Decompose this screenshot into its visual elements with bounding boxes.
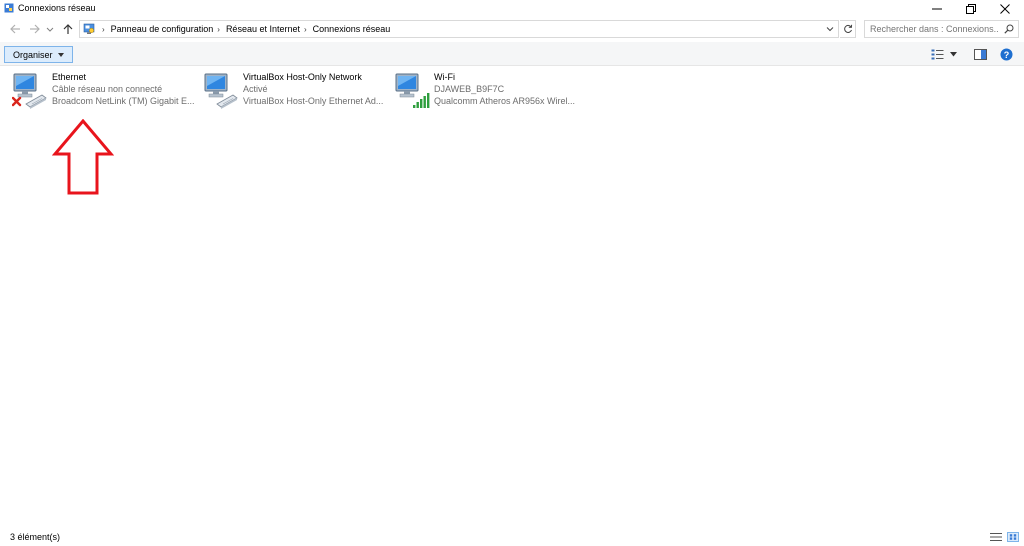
help-button[interactable]: ? [999,48,1013,61]
search-box[interactable] [864,20,1019,38]
arrow-left-icon [9,24,20,34]
preview-pane-button[interactable] [973,48,987,61]
connection-item-virtualbox[interactable]: VirtualBox Host-Only Network Activé Virt… [203,70,393,114]
arrow-up-icon [63,23,73,34]
command-bar: Organiser ? [0,42,1024,66]
large-icons-view-icon[interactable] [1007,532,1019,542]
caret-down-icon [57,52,64,57]
title-bar: Connexions réseau [0,0,1024,17]
help-icon: ? [1000,48,1012,61]
breadcrumb-separator-icon[interactable]: › [217,25,220,34]
close-icon [1000,3,1010,14]
minimize-button[interactable] [920,0,954,17]
connection-status: Câble réseau non connecté [52,84,163,94]
refresh-icon [843,24,852,33]
connection-item-wifi[interactable]: Wi-Fi DJAWEB_B9F7C Qualcomm Atheros AR95… [394,70,584,114]
address-bar[interactable]: › Panneau de configuration › Réseau et I… [79,20,839,38]
navigation-bar: › Panneau de configuration › Réseau et I… [0,18,1024,40]
restore-icon [966,3,976,14]
connections-list: Ethernet Câble réseau non connecté Broad… [0,67,1024,517]
connection-device: VirtualBox Host-Only Ethernet Ad... [243,96,384,106]
breadcrumb-control-panel[interactable]: Panneau de configuration [111,24,214,34]
connection-status: DJAWEB_B9F7C [434,84,505,94]
chevron-down-icon [46,27,54,32]
minimize-icon [932,8,942,9]
connection-text: Wi-Fi DJAWEB_B9F7C Qualcomm Atheros AR95… [434,71,584,107]
connection-device: Qualcomm Atheros AR956x Wirel... [434,96,576,106]
search-input[interactable] [870,23,998,35]
change-view-button[interactable] [930,48,944,61]
forward-button[interactable] [27,22,41,36]
annotation-arrow-icon [52,119,114,195]
view-details-icon [931,49,943,60]
preview-pane-icon [973,49,987,60]
breadcrumb-network-internet[interactable]: Réseau et Internet [226,24,300,34]
organize-button[interactable]: Organiser [4,46,73,63]
close-button[interactable] [988,0,1022,17]
connection-name: Ethernet [52,72,87,82]
ethernet-disconnected-icon [12,73,47,109]
search-icon[interactable] [1004,24,1014,34]
breadcrumb: › Panneau de configuration › Réseau et I… [98,24,390,34]
up-button[interactable] [61,22,75,36]
restore-button[interactable] [954,0,988,17]
back-button[interactable] [8,22,22,36]
breadcrumb-separator-icon: › [102,24,105,34]
network-adapter-icon [204,73,238,109]
connection-name: VirtualBox Host-Only Network [243,72,362,82]
arrow-right-icon [29,24,40,34]
svg-text:?: ? [1003,50,1009,60]
wifi-signal-icon [395,73,430,108]
connection-item-ethernet[interactable]: Ethernet Câble réseau non connecté Broad… [12,70,202,114]
connection-text: VirtualBox Host-Only Network Activé Virt… [243,71,393,107]
status-bar: 3 élément(s) [0,529,1024,546]
view-options-dropdown[interactable] [948,48,958,61]
address-history-chevron-icon[interactable] [826,25,834,33]
recent-locations-button[interactable] [45,23,55,37]
network-connections-app-icon [4,3,14,13]
control-panel-icon [83,23,95,34]
breadcrumb-separator-icon[interactable]: › [304,25,307,34]
refresh-button[interactable] [840,20,856,38]
caret-down-icon [949,52,957,57]
window-title: Connexions réseau [18,3,96,13]
breadcrumb-network-connections[interactable]: Connexions réseau [313,24,391,34]
connection-name: Wi-Fi [434,72,455,82]
organize-label: Organiser [13,49,53,60]
details-view-icon[interactable] [990,532,1002,542]
connection-text: Ethernet Câble réseau non connecté Broad… [52,71,202,107]
item-count: 3 élément(s) [10,532,61,542]
connection-device: Broadcom NetLink (TM) Gigabit E... [52,96,195,106]
connection-status: Activé [243,84,268,94]
